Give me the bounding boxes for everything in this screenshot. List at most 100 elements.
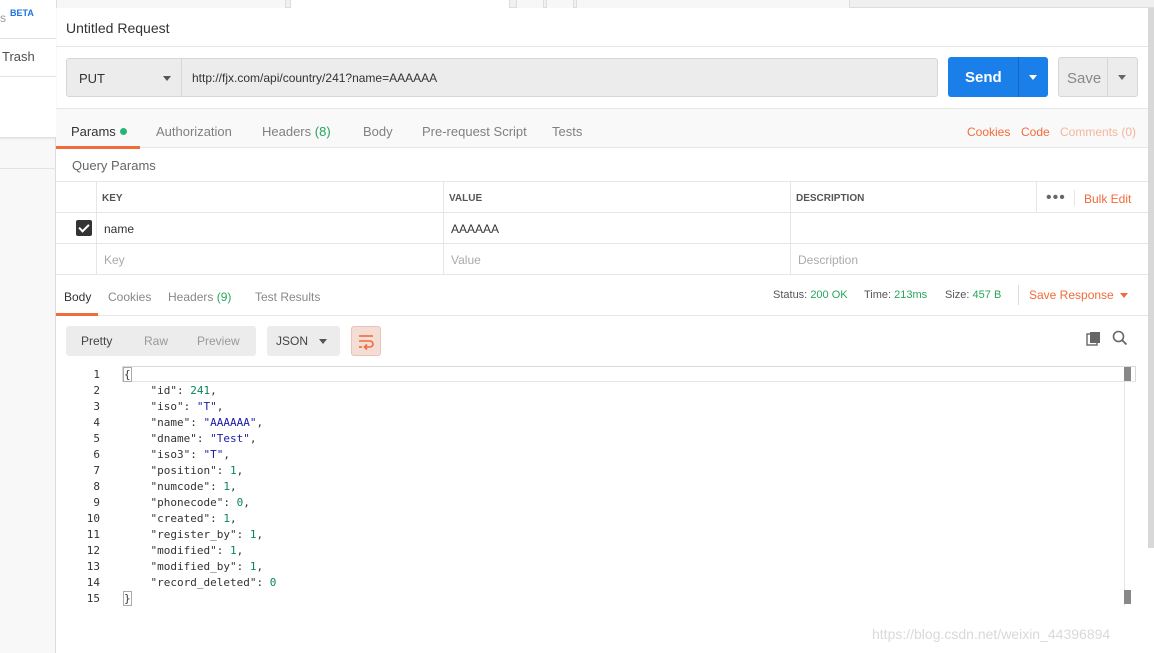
line-number: 11 xyxy=(86,528,100,541)
request-tab[interactable] xyxy=(516,0,544,8)
divider xyxy=(1107,58,1108,96)
code-line: "record_deleted": 0 xyxy=(150,576,277,589)
column-divider xyxy=(1074,190,1075,206)
view-preview-button[interactable]: Preview xyxy=(197,334,240,348)
main-panel: Untitled Request PUT http://fjx.com/api/… xyxy=(56,8,1154,653)
params-active-dot-icon xyxy=(119,128,127,135)
line-number: 13 xyxy=(86,560,100,573)
code-line: "name": "AAAAAA", xyxy=(150,416,264,429)
param-key-input[interactable]: name xyxy=(104,222,134,236)
send-options-chevron-icon[interactable] xyxy=(1029,75,1037,80)
time-label: Time: xyxy=(864,289,892,301)
column-divider xyxy=(790,182,791,275)
chevron-down-icon xyxy=(163,76,171,81)
column-header-value: VALUE xyxy=(449,193,483,204)
view-mode-group: Pretty Raw Preview xyxy=(66,326,256,356)
url-input[interactable]: http://fjx.com/api/country/241?name=AAAA… xyxy=(182,58,938,97)
tab-params[interactable]: Params xyxy=(71,124,127,139)
search-icon[interactable] xyxy=(1112,330,1128,346)
method-select[interactable]: PUT xyxy=(66,58,182,97)
size-readout: Size: 457 B xyxy=(945,289,1001,301)
request-tab[interactable] xyxy=(56,0,286,8)
divider xyxy=(1018,57,1019,97)
request-title[interactable]: Untitled Request xyxy=(66,20,170,36)
sidebar: s BETA Trash xyxy=(0,0,56,653)
time-value: 213ms xyxy=(894,289,928,301)
format-label: JSON xyxy=(276,334,309,348)
editor-scrollbar[interactable] xyxy=(1124,366,1136,606)
view-raw-button[interactable]: Raw xyxy=(144,334,168,348)
code-line: "id": 241, xyxy=(150,384,217,397)
status-value: 200 OK xyxy=(810,289,848,301)
sidebar-divider xyxy=(0,76,56,77)
wrap-lines-button[interactable] xyxy=(351,326,381,356)
code-line: "register_by": 1, xyxy=(150,528,264,541)
response-body-editor[interactable]: 1 2 3 4 5 6 7 8 9 10 11 12 13 14 15 { "id": 241, "iso"… xyxy=(56,366,1150,616)
url-value: http://fjx.com/api/country/241?name=AAAA… xyxy=(192,71,438,85)
scrollbar-marker xyxy=(1124,590,1131,604)
save-label: Save xyxy=(1067,70,1102,87)
chevron-down-icon xyxy=(1119,293,1128,298)
size-label: Size: xyxy=(945,289,970,301)
tab-body[interactable]: Body xyxy=(363,124,393,139)
comments-link[interactable]: Comments (0) xyxy=(1060,125,1136,139)
tab-response-body[interactable]: Body xyxy=(64,290,91,304)
format-select[interactable]: JSON xyxy=(267,326,340,356)
status-label: Status: xyxy=(773,289,808,301)
window-scrollbar[interactable] xyxy=(1148,8,1154,548)
column-header-description: DESCRIPTION xyxy=(796,193,865,204)
code-line: "created": 1, xyxy=(150,512,237,525)
tab-response-headers[interactable]: Headers (9) xyxy=(168,290,231,304)
save-button[interactable]: Save xyxy=(1058,57,1138,97)
divider xyxy=(1018,285,1019,305)
method-label: PUT xyxy=(79,71,105,86)
tab-tests[interactable]: Tests xyxy=(552,124,582,139)
new-tab-button[interactable] xyxy=(546,0,574,8)
column-header-key: KEY xyxy=(102,193,123,204)
code-line: "dname": "Test", xyxy=(150,432,257,445)
active-tab-indicator xyxy=(56,146,140,149)
sidebar-item-trash[interactable]: Trash xyxy=(2,49,35,64)
send-button[interactable]: Send xyxy=(948,57,1048,97)
code-content: { "id": 241, "iso": "T", "name": "AAAAAA… xyxy=(123,366,1136,606)
view-pretty-button[interactable]: Pretty xyxy=(81,334,112,348)
column-divider xyxy=(443,182,444,275)
param-enabled-checkbox[interactable] xyxy=(76,220,92,236)
code-line: "phonecode": 0, xyxy=(150,496,250,509)
line-number: 2 xyxy=(93,384,100,397)
size-value: 457 B xyxy=(972,289,1002,301)
request-tab-active[interactable] xyxy=(290,0,510,8)
tab-response-cookies[interactable]: Cookies xyxy=(108,290,151,304)
save-response-button[interactable]: Save Response xyxy=(1029,288,1128,302)
sidebar-divider xyxy=(0,168,56,169)
line-number: 10 xyxy=(86,512,100,525)
code-line: { xyxy=(123,367,132,382)
bulk-edit-link[interactable]: Bulk Edit xyxy=(1084,192,1131,206)
save-options-chevron-icon[interactable] xyxy=(1118,75,1126,80)
tab-headers-count: (8) xyxy=(314,124,331,139)
line-number: 3 xyxy=(93,400,100,413)
code-link[interactable]: Code xyxy=(1021,125,1050,139)
table-row: Key Value Description xyxy=(56,244,1150,275)
line-number: 15 xyxy=(86,592,100,605)
more-options-icon[interactable]: ••• xyxy=(1046,189,1066,207)
new-param-key-input[interactable]: Key xyxy=(104,253,125,267)
cookies-link[interactable]: Cookies xyxy=(967,125,1010,139)
new-param-description-input[interactable]: Description xyxy=(798,253,858,267)
request-tabs: Params Authorization Headers (8) Body Pr… xyxy=(56,108,1154,149)
tab-authorization[interactable]: Authorization xyxy=(156,124,232,139)
line-number: 6 xyxy=(93,448,100,461)
request-tab-strip xyxy=(56,0,1154,8)
copy-icon[interactable] xyxy=(1086,331,1102,347)
tab-test-results[interactable]: Test Results xyxy=(255,290,320,304)
tab-prerequest-script[interactable]: Pre-request Script xyxy=(422,124,527,139)
request-tab[interactable] xyxy=(576,0,850,8)
new-param-value-input[interactable]: Value xyxy=(451,253,481,267)
tab-headers[interactable]: Headers (8) xyxy=(262,124,331,139)
param-value-input[interactable]: AAAAAA xyxy=(451,222,499,236)
table-row: name AAAAAA xyxy=(56,213,1150,244)
query-params-title: Query Params xyxy=(72,158,156,173)
line-number: 8 xyxy=(93,480,100,493)
line-number: 9 xyxy=(93,496,100,509)
tab-response-headers-label: Headers xyxy=(168,290,214,304)
